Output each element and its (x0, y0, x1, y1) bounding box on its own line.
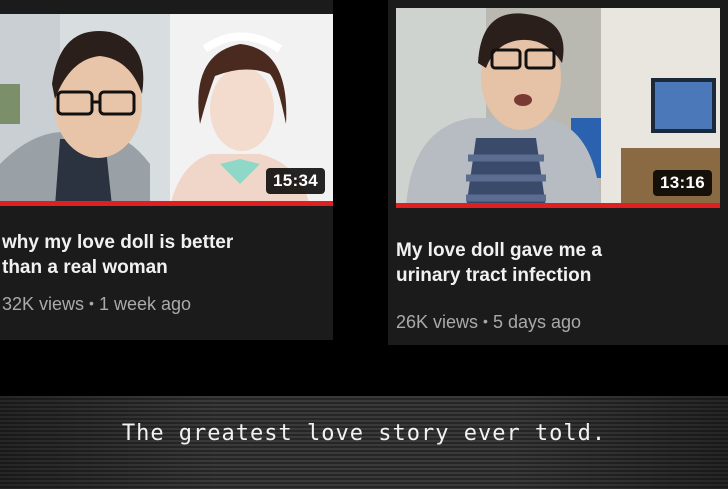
view-count: 32K views (2, 294, 85, 314)
video-meta-1: 32K views • 1 week ago (2, 294, 191, 315)
view-count: 26K views (396, 312, 479, 332)
watch-progress-bar (396, 203, 720, 208)
watch-progress-bar (0, 201, 333, 206)
meta-separator: • (89, 295, 94, 311)
video-title-1[interactable]: why my love doll is better than a real w… (2, 230, 322, 280)
duration-badge: 15:34 (266, 168, 325, 194)
caption-text: The greatest love story ever told. (121, 421, 607, 446)
duration-badge: 13:16 (653, 170, 712, 196)
meta-separator: • (483, 313, 488, 329)
video-meta-2: 26K views • 5 days ago (396, 312, 581, 333)
video-thumbnail-1[interactable]: 15:34 (0, 14, 333, 206)
caption-band: The greatest love story ever told. (0, 396, 728, 489)
upload-age: 1 week ago (98, 294, 192, 314)
video-card-1[interactable]: 15:34 why my love doll is better than a … (0, 0, 333, 340)
video-title-2[interactable]: My love doll gave me a urinary tract inf… (396, 238, 716, 288)
video-thumbnail-2[interactable]: 13:16 (396, 8, 720, 208)
upload-age: 5 days ago (492, 312, 582, 332)
video-card-2[interactable]: 13:16 My love doll gave me a urinary tra… (388, 0, 728, 345)
